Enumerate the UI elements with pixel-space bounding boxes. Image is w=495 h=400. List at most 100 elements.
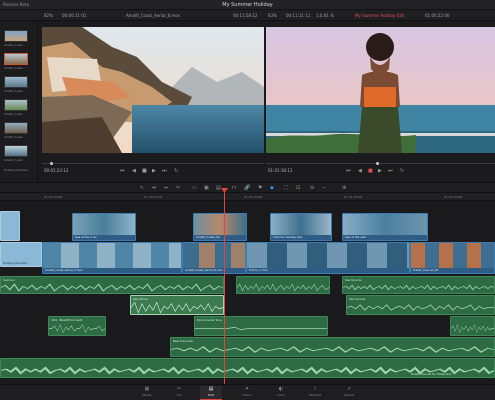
audio-waveform <box>451 324 494 333</box>
page-deliver[interactable]: ➚ Deliver <box>338 386 360 400</box>
audio-clip[interactable] <box>450 316 495 336</box>
program-scrubber[interactable] <box>266 162 495 165</box>
loop-icon[interactable]: ↻ <box>174 168 178 174</box>
source-zoom[interactable]: 62% <box>44 13 53 18</box>
source-scrubber[interactable] <box>42 162 264 165</box>
audio-clip[interactable] <box>236 276 330 294</box>
program-frame-image <box>266 27 495 153</box>
play-reverse-icon[interactable]: ◀ <box>132 168 136 174</box>
video-clip[interactable]: Summer holiday size <box>270 213 332 241</box>
deliver-icon: ➚ <box>346 386 352 392</box>
video-clip[interactable]: Holiday Mountain <box>0 242 42 267</box>
source-transport: 00:01:23:12 ⏮ ◀ ■ ▶ ⏭ ↻ <box>42 154 264 182</box>
audio-clip[interactable]: Drone Aerial Tone <box>194 316 328 336</box>
clip-label: Summer holiday size <box>273 235 303 239</box>
media-thumb[interactable] <box>4 30 28 42</box>
video-clip[interactable]: Trailer_Cannell_Ot <box>410 242 495 274</box>
stop-icon[interactable]: ■ <box>142 168 147 174</box>
loop-icon[interactable]: ↻ <box>400 168 404 174</box>
source-clip-name[interactable]: Amalfi_Coast_Aerial_8.mov <box>126 13 180 18</box>
audio-clip[interactable]: VO4 - Beachfront walk <box>48 316 106 336</box>
video-clip[interactable] <box>0 211 20 241</box>
page-fairlight[interactable]: ♪ Fairlight <box>304 386 326 400</box>
timeline-ruler[interactable]: 01:00:00:00 01:00:30:00 01:01:00:00 01:0… <box>0 193 495 201</box>
audio-waveform <box>1 283 223 292</box>
page-fusion[interactable]: ✦ Fusion <box>236 386 258 400</box>
source-scrub-handle[interactable] <box>50 162 53 165</box>
ruler-tick: 01:00:30:00 <box>144 194 163 199</box>
media-thumb[interactable] <box>4 53 28 65</box>
media-label: Amalfi_Coast… <box>4 135 26 139</box>
page-media[interactable]: ▦ Media <box>136 386 158 400</box>
audio-clip[interactable]: Beach Sounds <box>170 337 495 357</box>
media-label: Amalfi_Coast… <box>4 66 26 70</box>
source-viewer[interactable] <box>42 27 264 153</box>
ruler-tick: 01:02:00:00 <box>444 194 463 199</box>
selection-tool-icon[interactable]: ↖ <box>140 185 144 191</box>
next-frame-icon[interactable]: ⏭ <box>162 168 167 174</box>
color-icon: ◐ <box>278 386 284 392</box>
video-clip[interactable]: Amalfi_Coast_Dis <box>193 213 247 241</box>
insert-clip-icon[interactable]: ▭ <box>192 185 197 191</box>
cut-icon: ✂ <box>176 386 182 392</box>
media-thumb[interactable] <box>4 145 28 157</box>
blade-tool-icon[interactable]: ✂ <box>176 185 180 191</box>
media-thumb[interactable] <box>4 76 28 88</box>
ruler-tick: 01:01:00:00 <box>244 194 263 199</box>
playhead[interactable] <box>221 188 228 384</box>
clip-label: Sea at the river <box>75 235 97 239</box>
overwrite-clip-icon[interactable]: ▣ <box>204 185 209 191</box>
video-clip[interactable]: Frame_1.mov <box>246 242 410 274</box>
marker-icon[interactable]: ◆ <box>270 185 274 191</box>
next-clip-icon[interactable]: ⏭ <box>388 168 393 174</box>
audio-clip[interactable]: Summer <box>0 276 224 294</box>
page-cut[interactable]: ✂ Cut <box>168 386 190 400</box>
clip-label: Amalfi_Coast_Dis <box>196 235 221 239</box>
audio-clip-selected[interactable]: Sea Atmos <box>130 295 224 315</box>
audio-waveform <box>237 283 329 292</box>
program-timecode: 01:01:18:11 <box>268 168 293 173</box>
clip-label: Ocean Sounds for Trailer.wav <box>411 372 452 376</box>
prev-clip-icon[interactable]: ⏮ <box>346 168 351 174</box>
audio-clip[interactable]: Sea Sounds <box>342 276 495 294</box>
play-icon[interactable]: ▶ <box>378 168 382 174</box>
audio-clip[interactable]: Ocean Sounds for Trailer.wav <box>0 358 495 378</box>
page-edit[interactable]: ▤ Edit <box>200 386 222 400</box>
prev-frame-icon[interactable]: ⏮ <box>120 168 125 174</box>
zoom-detail-icon[interactable]: ⊡ <box>296 185 300 191</box>
media-thumb[interactable] <box>4 99 28 111</box>
clip-label: Amalfi_Coast_Aerial_8.mov <box>185 268 223 272</box>
media-thumb[interactable] <box>4 122 28 134</box>
audio-waveform <box>343 284 494 291</box>
fusion-icon: ✦ <box>244 386 250 392</box>
zoom-in-icon[interactable]: ⊕ <box>342 185 346 191</box>
timeline[interactable]: Sea at the river Amalfi_Coast_Dis Summer… <box>0 201 495 383</box>
trim-tool-icon[interactable]: ⇹ <box>152 185 156 191</box>
zoom-full-icon[interactable]: ⛶ <box>284 185 288 191</box>
title-bar: Resolve Beta My Summer Holiday <box>0 0 495 10</box>
clip-label: Amalfi_Coast_Aerial_3.mov <box>45 268 83 272</box>
play-reverse-icon[interactable]: ◀ <box>358 168 362 174</box>
stop-icon[interactable]: ■ <box>368 168 373 174</box>
source-duration: 00:00:11:01 <box>62 13 87 18</box>
program-viewer[interactable] <box>266 27 495 153</box>
snapping-icon[interactable]: ⊓ <box>232 185 236 191</box>
audio-clip[interactable]: Sea Sounds <box>346 295 495 315</box>
play-icon[interactable]: ▶ <box>152 168 156 174</box>
zoom-out-icon[interactable]: ⊖ <box>310 185 314 191</box>
clip-label: Trailer_Cannell_Ot <box>413 268 439 272</box>
timeline-name-dropdown[interactable]: My Summer Holiday 030 <box>355 13 404 18</box>
program-scrub-handle[interactable] <box>376 162 379 165</box>
video-clip[interactable]: Amalfi_Coast_Aerial_8.mov <box>182 242 246 274</box>
zoom-slider-icon[interactable]: ─ <box>322 185 325 191</box>
linked-selection-icon[interactable]: 🔗 <box>244 185 250 191</box>
audio-waveform <box>171 346 494 353</box>
video-clip[interactable]: Sea at the wall <box>342 213 428 241</box>
dynamic-trim-icon[interactable]: ⇔ <box>164 185 168 191</box>
video-clip[interactable]: Amalfi_Coast_Aerial_3.mov <box>42 242 182 274</box>
replace-clip-icon[interactable]: ▤ <box>216 185 221 191</box>
program-zoom[interactable]: 63% <box>268 13 277 18</box>
video-clip[interactable]: Sea at the river <box>72 213 136 241</box>
flag-icon[interactable]: ⚑ <box>258 185 262 191</box>
page-color[interactable]: ◐ Color <box>270 386 292 400</box>
